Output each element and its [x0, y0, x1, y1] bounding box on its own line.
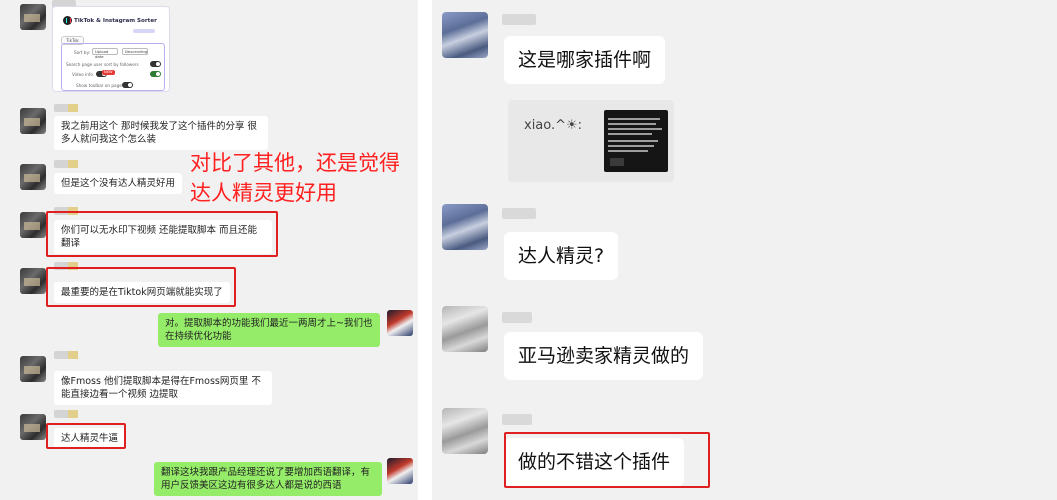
avatar-self[interactable]	[387, 458, 413, 484]
left-chat-pane: TikTok & Instagram Sorter TikTok Sort by…	[0, 0, 418, 500]
plugin-screenshot-image[interactable]: TikTok & Instagram Sorter TikTok Sort by…	[52, 6, 170, 92]
highlight-box	[46, 423, 126, 449]
sender-name-blurred	[502, 414, 532, 425]
message-bubble[interactable]: 这是哪家插件啊	[504, 36, 666, 84]
order-select: Descending	[122, 48, 148, 55]
avatar[interactable]	[20, 108, 46, 134]
tiktok-logo-icon	[63, 16, 72, 25]
pane-divider	[418, 0, 432, 500]
message-bubble[interactable]: 像Fmoss 他们提取脚本是得在Fmoss网页里 不能直接边看一个视频 边提取	[54, 371, 272, 405]
message-bubble[interactable]: 亚马逊卖家精灵做的	[504, 332, 704, 380]
avatar[interactable]	[442, 204, 488, 250]
video-info-toggle-2	[150, 71, 161, 77]
message-bubble[interactable]: 我之前用这个 那时候我发了这个插件的分享 很多人就问我这个怎么装	[54, 116, 268, 150]
highlight-box	[46, 267, 236, 307]
sender-name-blurred	[54, 351, 78, 359]
plugin-settings-panel: Sort by: Upload date Descending Search p…	[61, 43, 165, 91]
avatar-self[interactable]	[387, 310, 413, 336]
avatar[interactable]	[20, 164, 46, 190]
message-bubble[interactable]: 达人精灵?	[504, 232, 619, 280]
plugin-title: TikTok & Instagram Sorter	[63, 16, 163, 28]
red-annotation-text: 对比了其他，还是觉得达人精灵更好用	[190, 151, 400, 205]
highlight-box	[504, 432, 710, 488]
avatar[interactable]	[20, 356, 46, 382]
avatar[interactable]	[442, 12, 488, 58]
avatar[interactable]	[442, 306, 488, 352]
sender-name-blurred	[54, 104, 78, 112]
message-bubble[interactable]: 但是这个没有达人精灵好用	[54, 173, 183, 194]
avatar[interactable]	[20, 268, 46, 294]
avatar[interactable]	[20, 212, 46, 238]
embed-caption: xiao.^☀:	[524, 118, 583, 133]
embed-thumbnail	[604, 110, 668, 172]
highlight-box	[46, 211, 278, 257]
sender-name-blurred	[502, 208, 536, 219]
sort-select: Upload date	[92, 48, 118, 59]
toolbar-label: Show toolbar on page	[76, 83, 122, 88]
avatar[interactable]	[20, 4, 46, 30]
shared-screenshot-card[interactable]: xiao.^☀:	[508, 100, 674, 182]
new-feature-badge: NEW	[102, 70, 115, 75]
toolbar-toggle	[122, 82, 133, 88]
avatar[interactable]	[442, 408, 488, 454]
sender-name-blurred	[502, 14, 536, 25]
plugin-version-badge	[133, 29, 155, 33]
search-toggle	[150, 61, 161, 67]
search-label: Search page user sort by followers	[66, 62, 139, 67]
right-chat-pane: 这是哪家插件啊 xiao.^☀: 达人精灵? 亚马逊卖家精灵做的 做的不错这个插…	[432, 0, 1057, 500]
sort-label: Sort by:	[74, 50, 91, 55]
video-info-label: Video info	[72, 72, 93, 77]
avatar[interactable]	[20, 414, 46, 440]
sender-name-blurred	[502, 312, 532, 323]
message-bubble-self[interactable]: 对。提取脚本的功能我们最近一两周才上~我们也在持续优化功能	[158, 313, 380, 347]
sender-name-blurred	[54, 410, 78, 418]
sender-name-blurred	[54, 160, 78, 168]
message-bubble-self[interactable]: 翻译这块我跟产品经理还说了要增加西语翻译，有用户反馈美区这边有很多达人都是说的西…	[154, 462, 382, 496]
